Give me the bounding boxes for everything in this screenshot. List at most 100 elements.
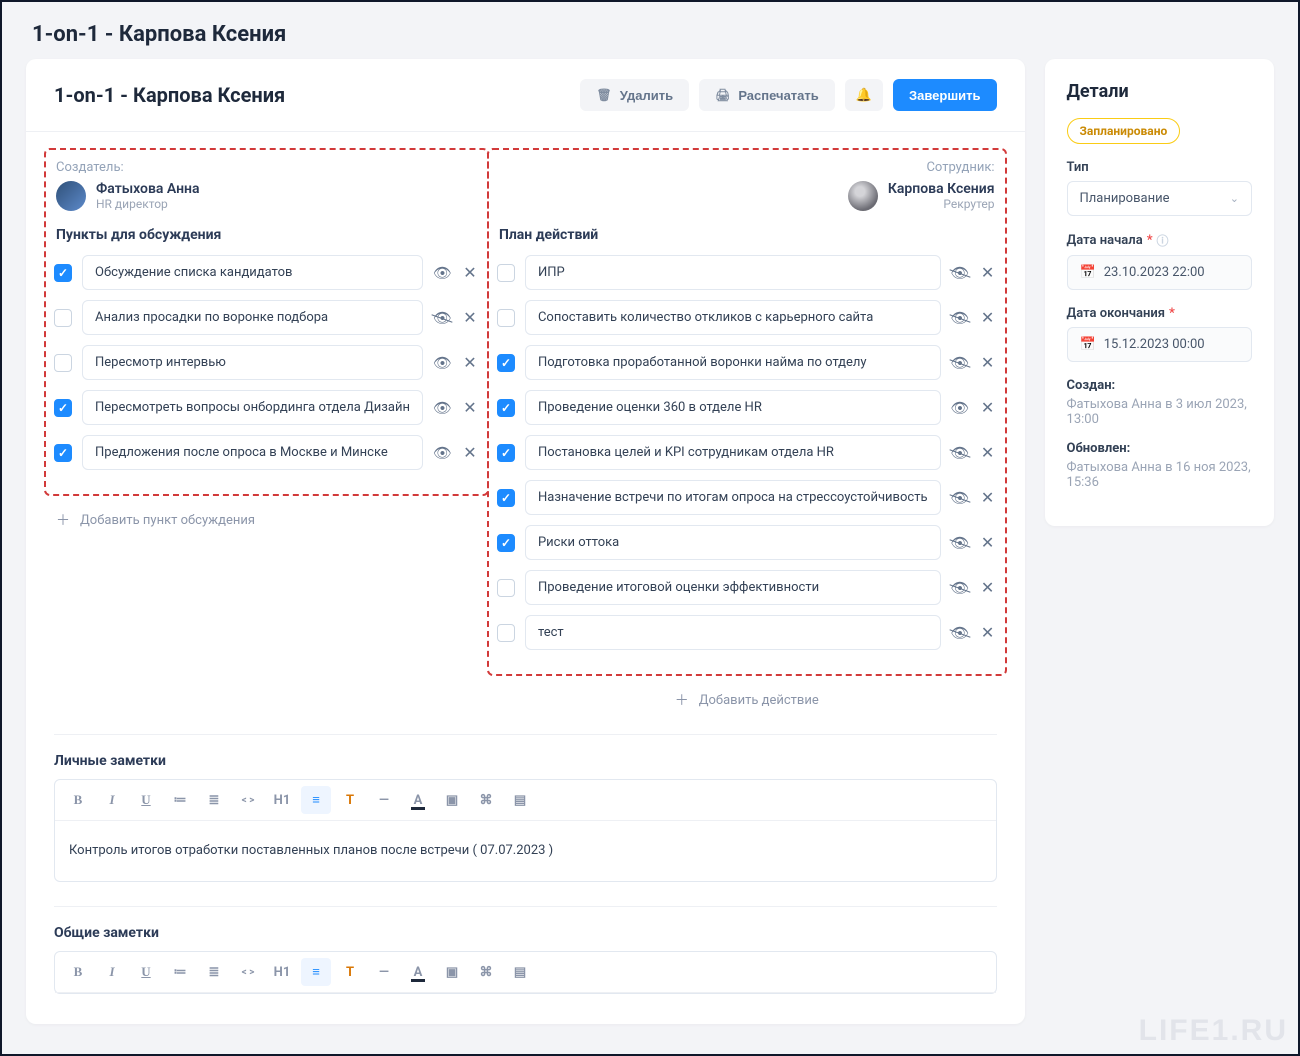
eye-icon[interactable]: 👁 [951,399,969,417]
eye-off-icon[interactable]: 👁 [951,534,969,552]
checkbox[interactable] [54,444,72,462]
strike-button[interactable]: — [369,786,399,814]
checkbox[interactable] [497,264,515,282]
align-button[interactable]: ≡ [301,786,331,814]
fill-color-button[interactable]: A [403,786,433,814]
trash-icon: 🗑 [596,88,611,102]
bold-button[interactable]: B [63,786,93,814]
print-button[interactable]: 🖨 Распечатать [699,79,835,111]
checkbox[interactable] [497,489,515,507]
close-icon[interactable]: ✕ [461,443,479,462]
close-icon[interactable]: ✕ [461,308,479,327]
underline-button[interactable]: U [131,958,161,986]
item-text-input[interactable]: тест [525,615,941,650]
close-icon[interactable]: ✕ [461,398,479,417]
eye-icon[interactable]: 👁 [433,354,451,372]
item-text-input[interactable]: ИПР [525,255,941,290]
doc-button[interactable]: ▤ [505,958,535,986]
checkbox[interactable] [54,354,72,372]
eye-off-icon[interactable]: 👁 [951,264,969,282]
italic-button[interactable]: I [97,786,127,814]
checkbox[interactable] [497,579,515,597]
eye-off-icon[interactable]: 👁 [951,579,969,597]
image-button[interactable]: ▣ [437,958,467,986]
checkbox[interactable] [497,399,515,417]
checkbox[interactable] [497,309,515,327]
end-date-input[interactable]: 📅 15.12.2023 00:00 [1067,327,1252,362]
underline-button[interactable]: U [131,786,161,814]
image-button[interactable]: ▣ [437,786,467,814]
complete-button[interactable]: Завершить [893,79,997,111]
item-text-input[interactable]: Пересмотреть вопросы онбординга отдела Д… [82,390,423,425]
item-text-input[interactable]: Анализ просадки по воронке подбора [82,300,423,335]
item-text-input[interactable]: Сопоставить количество откликов с карьер… [525,300,941,335]
add-discussion-button[interactable]: ＋ Добавить пункт обсуждения [54,502,479,530]
checkbox[interactable] [497,354,515,372]
close-icon[interactable]: ✕ [979,308,997,327]
delete-button[interactable]: 🗑 Удалить [580,79,689,111]
notify-button[interactable]: 🔔 [845,79,883,111]
numbered-list-button[interactable]: ≣ [199,786,229,814]
eye-icon[interactable]: 👁 [433,444,451,462]
heading-button[interactable]: H1 [267,958,297,986]
employee-name: Карпова Ксения [888,181,995,197]
checkbox[interactable] [497,534,515,552]
link-button[interactable]: ⌘ [471,958,501,986]
eye-off-icon[interactable]: 👁 [951,309,969,327]
bullet-list-button[interactable]: ≔ [165,786,195,814]
code-button[interactable]: < > [233,958,263,986]
item-text-input[interactable]: Обсуждение списка кандидатов [82,255,423,290]
item-text-input[interactable]: Риски оттока [525,525,941,560]
code-button[interactable]: < > [233,786,263,814]
item-text-input[interactable]: Подготовка проработанной воронки найма п… [525,345,941,380]
checkbox[interactable] [497,624,515,642]
bold-button[interactable]: B [63,958,93,986]
link-button[interactable]: ⌘ [471,786,501,814]
updated-label: Обновлен: [1067,441,1252,456]
close-icon[interactable]: ✕ [979,263,997,282]
close-icon[interactable]: ✕ [979,623,997,642]
eye-off-icon[interactable]: 👁 [951,444,969,462]
item-text-input[interactable]: Проведение оценки 360 в отделе HR [525,390,941,425]
close-icon[interactable]: ✕ [461,263,479,282]
close-icon[interactable]: ✕ [461,353,479,372]
eye-icon[interactable]: 👁 [433,399,451,417]
fill-color-button[interactable]: A [403,958,433,986]
eye-icon[interactable]: 👁 [433,264,451,282]
item-text-input[interactable]: Предложения после опроса в Москве и Минс… [82,435,423,470]
bullet-list-button[interactable]: ≔ [165,958,195,986]
checkbox[interactable] [54,309,72,327]
item-text-input[interactable]: Назначение встречи по итогам опроса на с… [525,480,941,515]
item-text-input[interactable]: Проведение итоговой оценки эффективности [525,570,941,605]
heading-button[interactable]: H1 [267,786,297,814]
close-icon[interactable]: ✕ [979,533,997,552]
personal-notes-label: Личные заметки [54,753,997,769]
item-text-input[interactable]: Пересмотр интервью [82,345,423,380]
item-text-input[interactable]: Постановка целей и KPI сотрудникам отдел… [525,435,941,470]
text-color-button[interactable]: T [335,786,365,814]
type-select[interactable]: Планирование ⌄ [1067,181,1252,216]
checkbox[interactable] [54,399,72,417]
close-icon[interactable]: ✕ [979,488,997,507]
checkbox[interactable] [54,264,72,282]
personal-notes-content[interactable]: Контроль итогов отработки поставленных п… [55,821,996,881]
eye-off-icon[interactable]: 👁 [951,489,969,507]
close-icon[interactable]: ✕ [979,443,997,462]
checkbox[interactable] [497,444,515,462]
eye-off-icon[interactable]: 👁 [951,354,969,372]
numbered-list-button[interactable]: ≣ [199,958,229,986]
strike-button[interactable]: — [369,958,399,986]
close-icon[interactable]: ✕ [979,398,997,417]
align-button[interactable]: ≡ [301,958,331,986]
chevron-down-icon: ⌄ [1230,192,1239,205]
italic-button[interactable]: I [97,958,127,986]
start-date-input[interactable]: 📅 23.10.2023 22:00 [1067,255,1252,290]
close-icon[interactable]: ✕ [979,578,997,597]
doc-button[interactable]: ▤ [505,786,535,814]
list-item: Пересмотреть вопросы онбординга отдела Д… [54,390,479,425]
text-color-button[interactable]: T [335,958,365,986]
eye-off-icon[interactable]: 👁 [951,624,969,642]
add-action-button[interactable]: ＋ Добавить действие [497,682,997,710]
close-icon[interactable]: ✕ [979,353,997,372]
eye-off-icon[interactable]: 👁 [433,309,451,327]
